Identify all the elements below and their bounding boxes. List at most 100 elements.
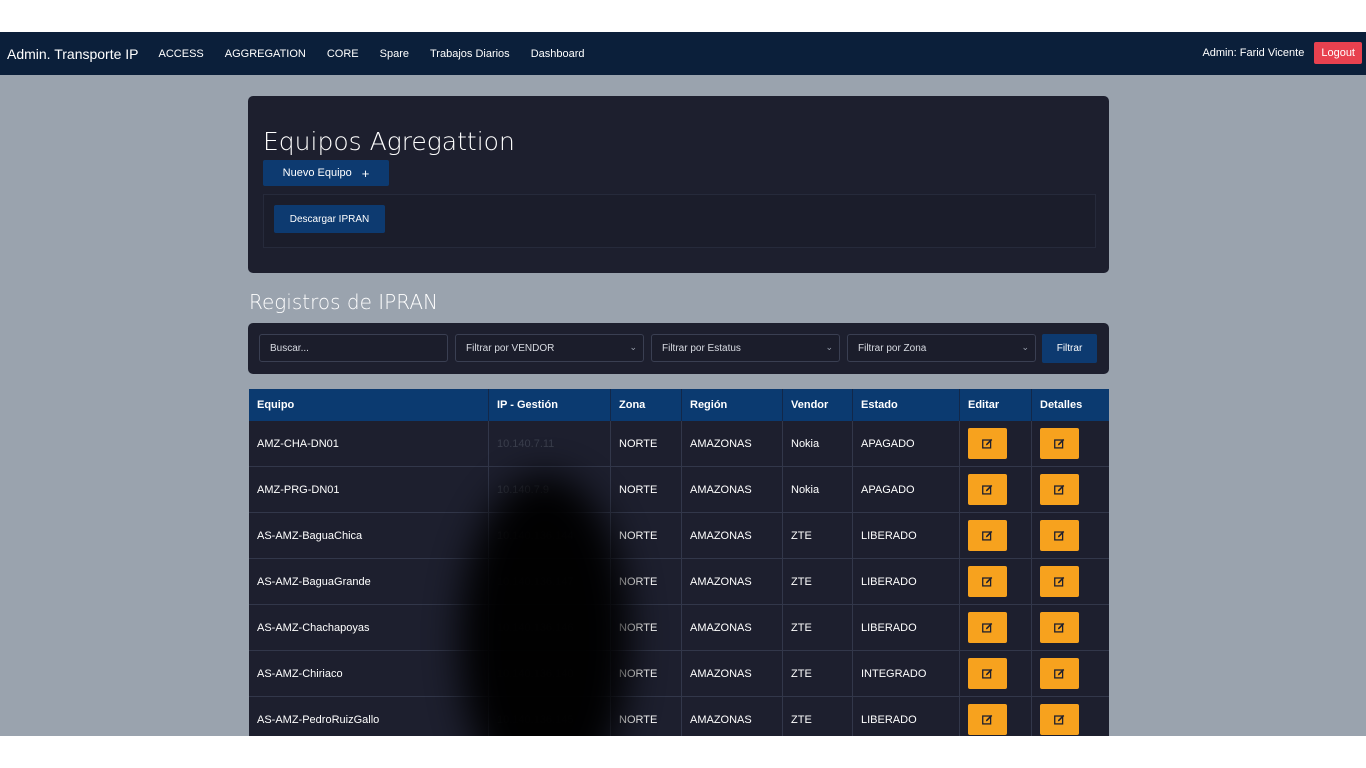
cell-equipo: AMZ-CHA-DN01 xyxy=(249,421,489,466)
vendor-select-value: Filtrar por VENDOR xyxy=(466,342,555,354)
filter-button[interactable]: Filtrar xyxy=(1042,334,1097,363)
edit-button[interactable] xyxy=(968,658,1007,689)
table-body: AMZ-CHA-DN01 10.140.7.11 NORTE AMAZONAS Noki… xyxy=(249,421,1109,736)
details-button[interactable] xyxy=(1040,612,1079,643)
column-header-estado: Estado xyxy=(853,389,960,421)
column-header-ip: IP - Gestión xyxy=(489,389,611,421)
nav-link-core[interactable]: CORE xyxy=(327,48,359,60)
cell-editar xyxy=(960,559,1032,604)
edit-button[interactable] xyxy=(968,474,1007,505)
logout-button[interactable]: Logout xyxy=(1314,42,1362,64)
edit-icon xyxy=(982,530,993,541)
cell-zona: NORTE xyxy=(611,513,682,558)
cell-region: AMAZONAS xyxy=(682,513,783,558)
edit-icon xyxy=(1054,438,1065,449)
cell-equipo: AMZ-PRG-DN01 xyxy=(249,467,489,512)
table-row: AS-AMZ-BaguaChica10.140.136.144NORTEAMAZ… xyxy=(249,513,1109,559)
edit-icon xyxy=(1054,484,1065,495)
table-row: AMZ-CHA-DN01 10.140.7.11 NORTE AMAZONAS Noki… xyxy=(249,421,1109,467)
chevron-down-icon: ⌄ xyxy=(825,342,833,352)
edit-icon xyxy=(982,484,993,495)
zone-select[interactable]: Filtrar por Zona ⌄ xyxy=(847,334,1036,362)
cell-vendor: Nokia xyxy=(783,467,853,512)
cell-vendor: ZTE xyxy=(783,559,853,604)
cell-zona: NORTE xyxy=(611,467,682,512)
cell-estado: LIBERADO xyxy=(853,605,960,650)
cell-detalles xyxy=(1032,559,1109,604)
status-select[interactable]: Filtrar por Estatus ⌄ xyxy=(651,334,840,362)
details-button[interactable] xyxy=(1040,474,1079,505)
edit-icon xyxy=(982,668,993,679)
cell-estado: LIBERADO xyxy=(853,513,960,558)
download-panel: Descargar IPRAN xyxy=(263,194,1096,248)
nav-link-trabajos-diarios[interactable]: Trabajos Diarios xyxy=(430,48,510,60)
nav-link-aggregation[interactable]: AGGREGATION xyxy=(225,48,306,60)
edit-icon xyxy=(982,622,993,633)
bottom-margin xyxy=(0,736,1366,768)
column-header-zona: Zona xyxy=(611,389,682,421)
nav-link-access[interactable]: ACCESS xyxy=(159,48,204,60)
cell-editar xyxy=(960,467,1032,512)
zone-select-value: Filtrar por Zona xyxy=(858,342,927,354)
details-button[interactable] xyxy=(1040,658,1079,689)
page-title: Equipos Agregattion xyxy=(263,127,515,156)
cell-estado: INTEGRADO xyxy=(853,651,960,696)
edit-button[interactable] xyxy=(968,704,1007,735)
cell-vendor: ZTE xyxy=(783,605,853,650)
edit-icon xyxy=(982,438,993,449)
top-margin xyxy=(0,0,1366,32)
chevron-down-icon: ⌄ xyxy=(629,342,637,352)
cell-editar xyxy=(960,513,1032,558)
details-button[interactable] xyxy=(1040,566,1079,597)
table-header: Equipo IP - Gestión Zona Región Vendor E… xyxy=(249,389,1109,421)
nav-link-dashboard[interactable]: Dashboard xyxy=(531,48,585,60)
cell-vendor: ZTE xyxy=(783,513,853,558)
column-header-vendor: Vendor xyxy=(783,389,853,421)
edit-icon xyxy=(982,576,993,587)
table-row: AS-AMZ-PedroRuizGallo10.140.136.145NORTE… xyxy=(249,697,1109,736)
search-input[interactable]: Buscar... xyxy=(259,334,448,362)
cell-region: AMAZONAS xyxy=(682,605,783,650)
edit-icon xyxy=(1054,576,1065,587)
edit-icon xyxy=(1054,622,1065,633)
cell-region: AMAZONAS xyxy=(682,651,783,696)
details-button[interactable] xyxy=(1040,428,1079,459)
search-placeholder: Buscar... xyxy=(270,342,309,354)
new-equipment-button[interactable]: Nuevo Equipo + xyxy=(263,160,389,186)
cell-vendor: ZTE xyxy=(783,697,853,736)
cell-vendor: ZTE xyxy=(783,651,853,696)
details-button[interactable] xyxy=(1040,520,1079,551)
column-header-region: Región xyxy=(682,389,783,421)
cell-equipo: AS-AMZ-Chiriaco xyxy=(249,651,489,696)
cell-detalles xyxy=(1032,651,1109,696)
cell-zona: NORTE xyxy=(611,421,682,466)
brand-title[interactable]: Admin. Transporte IP xyxy=(7,46,139,62)
section-title: Registros de IPRAN xyxy=(249,290,438,314)
download-ipran-button[interactable]: Descargar IPRAN xyxy=(274,205,385,233)
cell-region: AMAZONAS xyxy=(682,697,783,736)
cell-equipo: AS-AMZ-BaguaGrande xyxy=(249,559,489,604)
plus-icon: + xyxy=(361,165,370,181)
nav-link-spare[interactable]: Spare xyxy=(380,48,409,60)
main-content: Equipos Agregattion Nuevo Equipo + Desca… xyxy=(0,75,1366,736)
details-button[interactable] xyxy=(1040,704,1079,735)
edit-button[interactable] xyxy=(968,428,1007,459)
cell-detalles xyxy=(1032,697,1109,736)
edit-button[interactable] xyxy=(968,612,1007,643)
cell-equipo: AS-AMZ-Chachapoyas xyxy=(249,605,489,650)
cell-estado: LIBERADO xyxy=(853,559,960,604)
vendor-select[interactable]: Filtrar por VENDOR ⌄ xyxy=(455,334,644,362)
cell-ip: 10.140.7.11 xyxy=(489,421,611,466)
edit-button[interactable] xyxy=(968,566,1007,597)
cell-estado: LIBERADO xyxy=(853,697,960,736)
cell-detalles xyxy=(1032,467,1109,512)
new-equipment-label: Nuevo Equipo xyxy=(282,167,352,179)
table-row: AS-AMZ-Chachapoyas10.140.136.146NORTEAMA… xyxy=(249,605,1109,651)
cell-detalles xyxy=(1032,513,1109,558)
ipran-table: Equipo IP - Gestión Zona Región Vendor E… xyxy=(249,389,1109,736)
edit-icon xyxy=(1054,668,1065,679)
cell-vendor: Nokia xyxy=(783,421,853,466)
cell-region: AMAZONAS xyxy=(682,421,783,466)
chevron-down-icon: ⌄ xyxy=(1021,342,1029,352)
edit-button[interactable] xyxy=(968,520,1007,551)
